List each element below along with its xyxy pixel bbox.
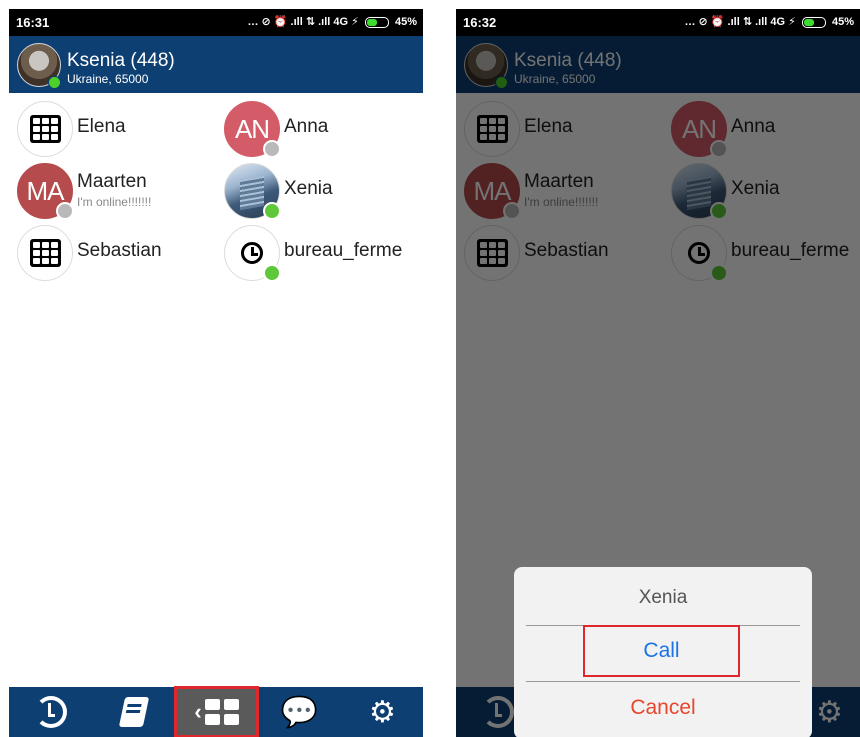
recent-calls-icon — [34, 696, 67, 728]
status-bar: 16:31 … ⊘ ⏰ .ıll ⇅ .ıll 4G ⚡ 45% — [9, 9, 423, 36]
signal-icons: … ⊘ ⏰ .ıll ⇅ .ıll 4G ⚡ — [684, 16, 796, 28]
call-action-dialog: Xenia Call Cancel — [514, 567, 812, 737]
bottom-tab-bar: ‹ 💬 ⚙ — [9, 686, 423, 737]
status-indicators: … ⊘ ⏰ .ıll ⇅ .ıll 4G ⚡ 45% — [247, 15, 417, 28]
grid-icon — [29, 115, 61, 143]
contact-xenia[interactable]: Xenia — [224, 163, 414, 220]
contact-anna[interactable]: AN Anna — [224, 101, 414, 158]
contacts-grid-icon: ‹ — [194, 699, 239, 725]
grid-icon — [29, 239, 61, 267]
contact-avatar — [17, 225, 73, 281]
contact-name: Sebastian — [77, 240, 162, 261]
dialog-title: Xenia — [638, 587, 688, 608]
cancel-button[interactable]: Cancel — [514, 695, 812, 721]
settings-gears-icon: ⚙ — [369, 695, 396, 729]
signal-icons: … ⊘ ⏰ .ıll ⇅ .ıll 4G ⚡ — [247, 16, 359, 28]
tab-phonebook[interactable] — [92, 687, 175, 737]
phone-screen-left: 16:31 … ⊘ ⏰ .ıll ⇅ .ıll 4G ⚡ 45% Ksenia … — [9, 9, 423, 737]
battery-icon — [364, 16, 389, 28]
contact-name: Elena — [77, 116, 126, 137]
chat-icon: 💬 — [280, 695, 319, 729]
status-time: 16:32 — [463, 15, 497, 30]
contact-name: bureau_ferme — [284, 240, 403, 261]
battery-percent: 45% — [394, 16, 417, 28]
presence-offline-dot — [56, 202, 74, 220]
divider — [526, 681, 800, 682]
phone-screen-right: 16:32 … ⊘ ⏰ .ıll ⇅ .ıll 4G ⚡ 45% Ksenia … — [456, 9, 860, 737]
presence-online-dot — [263, 264, 281, 282]
tab-contacts-grid[interactable]: ‹ — [174, 686, 259, 737]
contact-name: Xenia — [284, 178, 333, 199]
tab-chat[interactable]: 💬 — [258, 687, 341, 737]
status-bar: 16:32 … ⊘ ⏰ .ıll ⇅ .ıll 4G ⚡ 45% — [456, 9, 860, 36]
status-time: 16:31 — [16, 15, 50, 30]
phonebook-icon — [118, 697, 149, 727]
contact-avatar — [17, 101, 73, 157]
presence-offline-dot — [263, 140, 281, 158]
contact-bureau-ferme[interactable]: bureau_ferme — [224, 225, 419, 282]
call-button[interactable]: Call — [583, 625, 740, 677]
status-indicators: … ⊘ ⏰ .ıll ⇅ .ıll 4G ⚡ 45% — [684, 15, 854, 28]
contact-name: Maarten — [77, 171, 147, 192]
tab-settings[interactable]: ⚙ — [341, 687, 423, 737]
clock-icon — [241, 242, 263, 264]
presence-online-dot — [263, 202, 281, 220]
contact-elena[interactable]: Elena — [17, 101, 207, 157]
online-status-dot — [48, 76, 61, 89]
battery-icon — [801, 16, 826, 28]
contact-maarten[interactable]: MA Maarten I'm online!!!!!!! — [17, 163, 207, 220]
contact-status-message: I'm online!!!!!!! — [77, 195, 152, 209]
contact-name: Anna — [284, 116, 329, 137]
contact-sebastian[interactable]: Sebastian — [17, 225, 207, 281]
account-name: Ksenia (448) — [67, 50, 175, 71]
battery-percent: 45% — [831, 16, 854, 28]
account-header[interactable]: Ksenia (448) Ukraine, 65000 — [9, 36, 423, 93]
account-location: Ukraine, 65000 — [67, 72, 149, 86]
tab-recent-calls[interactable] — [9, 687, 92, 737]
